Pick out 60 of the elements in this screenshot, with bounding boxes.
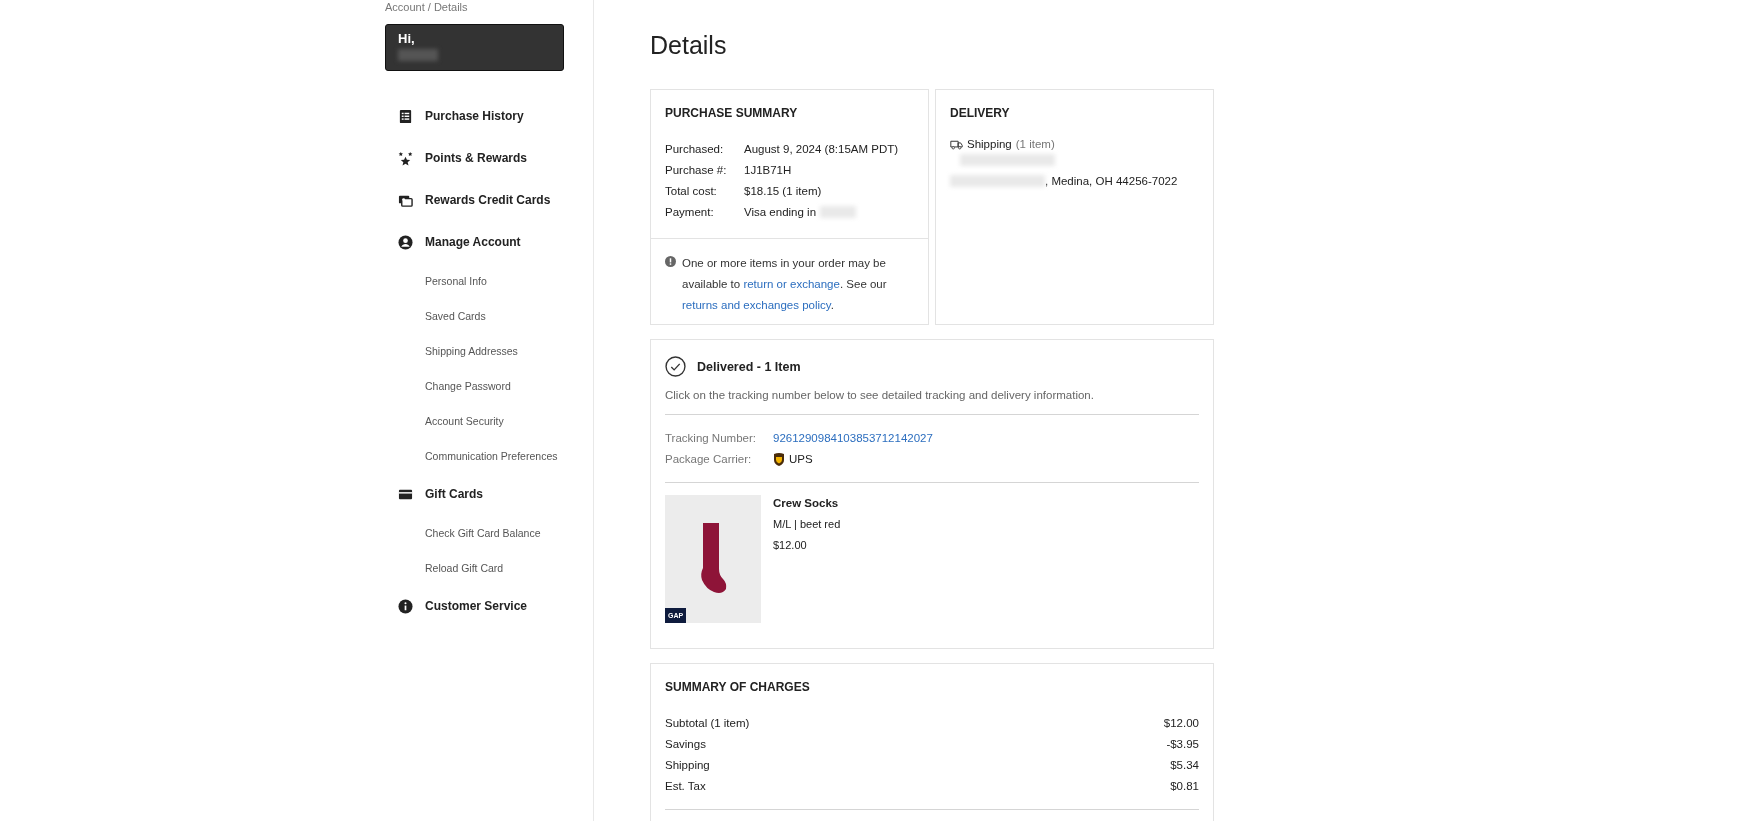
charge-label: Shipping [665,758,710,771]
charge-amount: -$3.95 [1166,737,1199,750]
tracking-link[interactable]: 9261290984103853712142027 [773,431,933,444]
carrier-name: UPS [789,452,813,465]
redacted-name [398,49,438,61]
field-label: Purchased: [665,142,725,155]
check-circle-icon [665,356,686,377]
sidebar-subitem[interactable]: Personal Info [385,263,487,298]
delivery-status: Delivered - 1 Item [697,359,801,374]
page-title: Details [650,30,728,60]
account-icon [398,234,413,250]
section-heading: DELIVERY [950,106,1011,120]
sidebar-subitem[interactable]: Reload Gift Card [385,550,504,585]
tracking-hint: Click on the tracking number below to see detailed tracking and delivery information. [665,389,1095,401]
field-label: Purchase #: [665,163,728,176]
field-label: Tracking Number: [665,431,757,444]
sidebar-subitem[interactable]: Change Password [385,368,511,403]
field-label: Package Carrier: [665,452,753,465]
charge-amount: $12.00 [1163,716,1199,729]
charge-label: Est. Tax [665,779,706,792]
return-exchange-link[interactable]: return or exchange [743,278,840,290]
sidebar-subitem[interactable]: Shipping Addresses [385,333,518,368]
field-value: $18.15 (1 item) [744,184,822,197]
shipping-method: Shipping [967,138,1012,150]
breadcrumb: Account / Details [385,1,469,14]
sidebar-item[interactable]: Rewards Credit Cards [385,179,551,221]
product-price: $12.00 [773,539,808,551]
returns-notice: One or more items in your order may be available to return or exchange. See our returns and exchanges policy. [682,256,888,313]
info-icon [398,598,413,614]
stars-icon [398,150,413,166]
greeting-text: Hi, [398,31,416,46]
alert-icon [665,256,676,267]
returns-policy-link[interactable]: returns and exchanges policy [682,299,831,311]
sidebar-subitem[interactable]: Check Gift Card Balance [385,515,541,550]
sidebar-item[interactable]: Purchase History [385,95,524,137]
sidebar-subitem[interactable]: Communication Preferences [385,438,558,473]
sidebar-item[interactable]: Manage Account [385,221,521,263]
charge-amount: $5.34 [1170,758,1199,771]
section-heading: PURCHASE SUMMARY [665,106,799,120]
receipt-icon [398,108,413,124]
product-name: Crew Socks [773,497,840,509]
shield-icon [773,451,785,466]
sidebar-subitem[interactable]: Account Security [385,403,504,438]
sidebar-item[interactable]: Gift Cards [385,473,483,515]
address-text: , Medina, OH 44256-7022 [1045,175,1178,187]
field-label: Total cost: [665,184,718,197]
field-value: August 9, 2024 (8:15AM PDT) [744,142,899,155]
product-variant: M/L | beet red [773,518,841,530]
item-count: (1 item) [1015,138,1055,150]
field-value: 1J1B71H [744,163,792,176]
truck-icon [950,138,963,150]
section-heading: SUMMARY OF CHARGES [665,680,811,694]
charge-label: Subtotal (1 item) [665,716,750,729]
charge-label: Savings [665,737,706,750]
sidebar-item[interactable]: Customer Service [385,585,528,627]
field-label: Payment: [665,205,715,218]
sidebar-item[interactable]: Points & Rewards [385,137,528,179]
sidebar-subitem[interactable]: Saved Cards [385,298,486,333]
charge-amount: $0.81 [1170,779,1199,792]
field-value: Visa ending in [744,205,817,218]
